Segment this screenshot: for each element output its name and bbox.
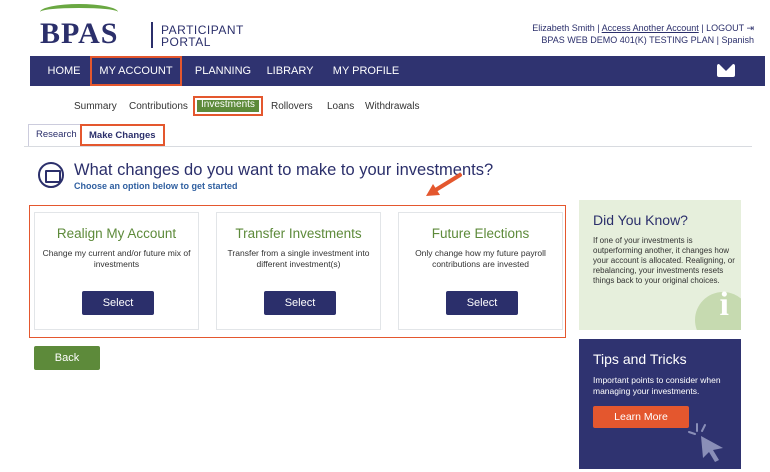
nav-my-profile[interactable]: MY PROFILE xyxy=(330,56,402,86)
back-button[interactable]: Back xyxy=(34,346,100,370)
logout-link[interactable]: LOGOUT xyxy=(706,23,744,33)
callout-arrow-icon xyxy=(426,173,462,196)
subnav-rollovers[interactable]: Rollovers xyxy=(271,98,313,116)
click-cursor-icon xyxy=(688,423,723,462)
tips-text: Important points to consider when managi… xyxy=(593,375,721,396)
card-realign-account: Realign My Account Change my current and… xyxy=(34,212,199,330)
logo-subtitle-line2: PORTAL xyxy=(161,35,211,49)
account-bar: Elizabeth Smith | Access Another Account… xyxy=(532,22,754,46)
card-description: Transfer from a single investment into d… xyxy=(227,248,370,269)
card-title: Realign My Account xyxy=(56,226,177,241)
logo[interactable]: BPAS xyxy=(40,17,118,51)
future-elections-select-button[interactable]: Select xyxy=(446,291,518,315)
subnav-withdrawals[interactable]: Withdrawals xyxy=(365,98,419,116)
info-circle-icon xyxy=(695,292,741,330)
card-title: Future Elections xyxy=(431,226,530,241)
logo-divider xyxy=(151,22,153,48)
tab-research[interactable]: Research xyxy=(28,124,85,146)
user-name: Elizabeth Smith xyxy=(532,23,595,33)
subnav-loans[interactable]: Loans xyxy=(327,98,354,116)
subnav-investments[interactable]: Investments xyxy=(193,96,263,116)
investment-chart-icon xyxy=(38,162,64,188)
info-icon: i xyxy=(719,286,729,323)
tab-divider xyxy=(24,146,752,147)
options-highlight: Realign My Account Change my current and… xyxy=(29,205,566,338)
language-link[interactable]: Spanish xyxy=(721,35,754,45)
subnav-summary[interactable]: Summary xyxy=(74,98,117,116)
nav-planning[interactable]: PLANNING xyxy=(190,56,256,86)
nav-library[interactable]: LIBRARY xyxy=(262,56,318,86)
main-nav: HOME MY ACCOUNT PLANNING LIBRARY MY PROF… xyxy=(30,56,765,86)
did-you-know-title: Did You Know? xyxy=(593,212,688,228)
card-transfer-investments: Transfer Investments Transfer from a sin… xyxy=(216,212,381,330)
realign-select-button[interactable]: Select xyxy=(82,291,154,315)
card-description: Change my current and/or future mix of i… xyxy=(42,248,191,269)
access-another-account-link[interactable]: Access Another Account xyxy=(602,23,699,33)
transfer-select-button[interactable]: Select xyxy=(264,291,336,315)
did-you-know-panel: Did You Know? If one of your investments… xyxy=(579,200,741,330)
learn-more-button[interactable]: Learn More xyxy=(593,406,689,428)
separator: | xyxy=(701,23,704,33)
subnav-contributions[interactable]: Contributions xyxy=(129,98,188,116)
tab-make-changes[interactable]: Make Changes xyxy=(80,124,165,146)
separator: | xyxy=(597,23,600,33)
did-you-know-text: If one of your investments is outperform… xyxy=(593,236,735,285)
mail-icon[interactable] xyxy=(717,64,735,77)
nav-my-account[interactable]: MY ACCOUNT xyxy=(90,56,182,86)
plan-name: BPAS WEB DEMO 401(K) TESTING PLAN xyxy=(541,35,715,45)
logout-icon[interactable]: ⇥ xyxy=(746,23,754,33)
separator: | xyxy=(716,35,719,45)
card-title: Transfer Investments xyxy=(235,226,362,241)
tips-title: Tips and Tricks xyxy=(593,351,687,367)
page-subtitle: Choose an option below to get started xyxy=(74,181,238,191)
tips-panel: Tips and Tricks Important points to cons… xyxy=(579,339,741,469)
logo-subtitle: PARTICIPANT PORTAL xyxy=(161,24,244,48)
card-future-elections: Future Elections Only change how my futu… xyxy=(398,212,563,330)
nav-home[interactable]: HOME xyxy=(38,56,90,86)
card-description: Only change how my future payroll contri… xyxy=(415,248,546,269)
